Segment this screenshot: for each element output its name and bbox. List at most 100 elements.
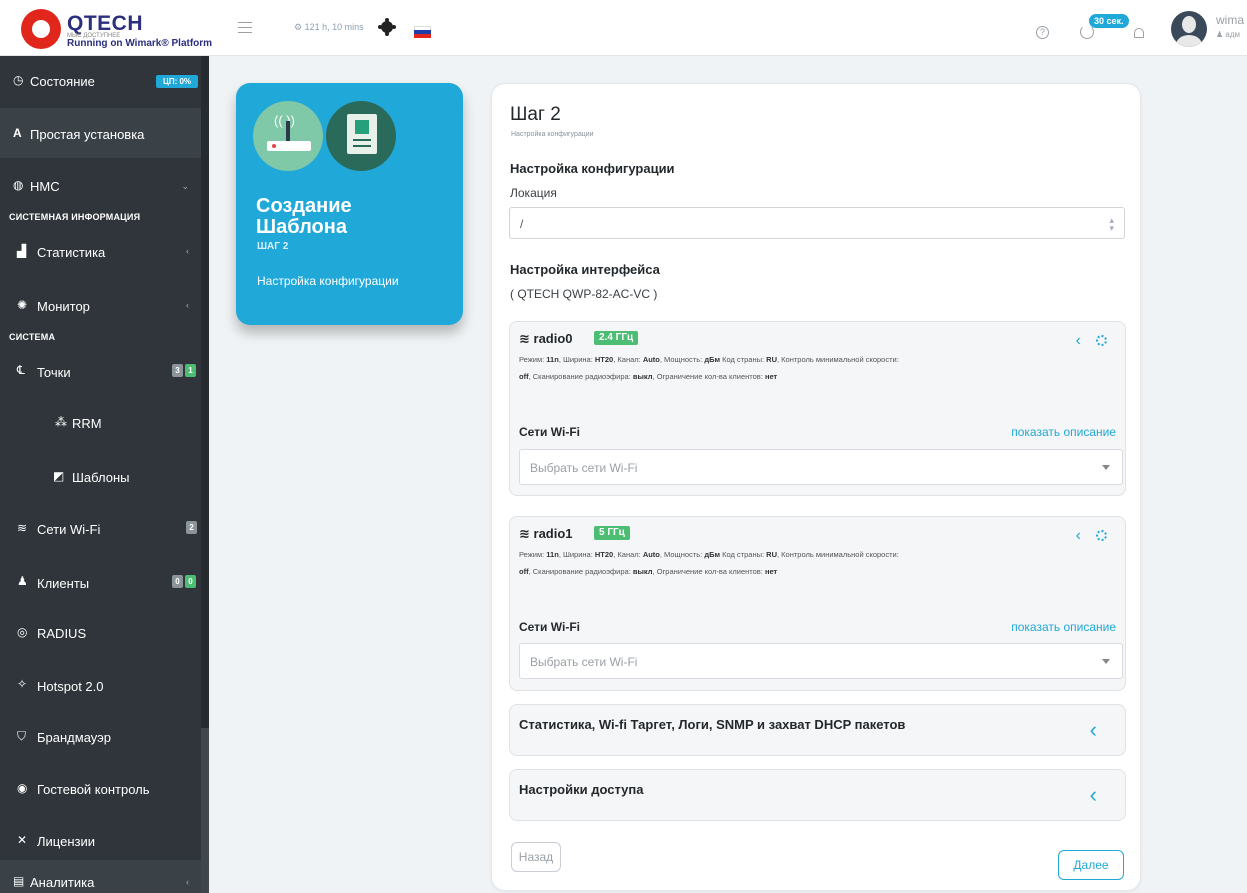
radius-icon: ◎	[17, 625, 28, 639]
refresh-interval-badge[interactable]: 30 сек.	[1089, 14, 1129, 28]
radio-details: Режим: 11n, Ширина: HT20, Канал: Auto, М…	[519, 550, 899, 576]
sidebar-item-label: Точки	[37, 365, 71, 380]
sidebar-item-label: RADIUS	[37, 626, 87, 641]
templates-icon: ◩	[53, 469, 65, 483]
chevron-left-icon[interactable]: ‹	[1090, 784, 1097, 806]
radio0-name[interactable]: ≋ radio0	[519, 331, 573, 347]
back-button[interactable]: Назад	[511, 842, 561, 872]
hotspot-icon: ✧	[17, 677, 28, 691]
globe-icon: ◍	[13, 178, 24, 192]
sidebar-item-label: Шаблоны	[72, 470, 130, 485]
bell-icon[interactable]	[1134, 28, 1144, 38]
dashboard-icon: ◷	[13, 73, 24, 87]
chevron-down-icon: ⌄	[181, 181, 189, 191]
wizard-step-card: (( )) Создание Шаблона ШАГ 2 Настройка к…	[236, 83, 463, 325]
sidebar-item-guest-control[interactable]: ◉ Гостевой контроль	[0, 772, 201, 806]
wizard-step-subtitle: Настройка конфигурации	[257, 274, 399, 288]
sidebar-item-analytics[interactable]: ▤ Аналитика ‹	[0, 860, 201, 893]
sidebar-item-label: Hotspot 2.0	[37, 679, 104, 694]
sidebar-item-label: Простая установка	[30, 127, 145, 142]
sidebar-item-firewall[interactable]: ⛉ Брандмауэр	[0, 720, 201, 754]
config-form-card: Шаг 2 Настройка конфигурации Настройка к…	[491, 83, 1141, 891]
caret-down-icon	[1102, 465, 1110, 470]
sidebar-item-label: НМС	[30, 179, 60, 194]
sidebar-item-label: Гостевой контроль	[37, 782, 150, 797]
language-flag-icon[interactable]	[414, 26, 431, 38]
gear-icon[interactable]	[1096, 335, 1107, 346]
sidebar-item-label: Монитор	[37, 299, 90, 314]
help-icon[interactable]: ?	[1036, 26, 1049, 39]
page-subtitle: Настройка конфигурации	[511, 131, 594, 138]
show-description-link[interactable]: показать описание	[1011, 425, 1116, 439]
sidebar-item-label: Брандмауэр	[37, 730, 111, 745]
sort-arrows-icon: ▴ ▾	[1109, 215, 1114, 233]
top-bar: QTECH МЫС ДОСТУПНЕЕ Running on Wimark® P…	[0, 0, 1247, 56]
wifi-select-placeholder: Выбрать сети Wi-Fi	[530, 655, 638, 669]
sidebar-item-templates[interactable]: ◩ Шаблоны	[0, 460, 201, 494]
sidebar-item-licenses[interactable]: ✕ Лицензии	[0, 824, 201, 858]
collapse-chevron-icon[interactable]: ‹	[1076, 527, 1081, 545]
gear-icon[interactable]	[1096, 530, 1107, 541]
accordion-title: Статистика, Wi-fi Таргет, Логи, SNMP и з…	[519, 717, 906, 732]
wizard-title: Создание Шаблона	[256, 195, 352, 238]
sidebar-item-hotspot[interactable]: ✧ Hotspot 2.0	[0, 668, 201, 702]
sidebar-item-points[interactable]: ℄ Точки 3 1	[0, 354, 201, 388]
wifi-icon: ≋	[519, 526, 534, 541]
uptime-value: 121 h, 10 mins	[304, 22, 364, 32]
sidebar-item-simple-setup[interactable]: A Простая установка	[0, 108, 201, 158]
tools-icon: ✕	[17, 833, 28, 847]
wifi-networks-label: Сети Wi-Fi	[519, 425, 580, 439]
page-title: Шаг 2	[510, 104, 561, 125]
logo[interactable]: QTECH МЫС ДОСТУПНЕЕ Running on Wimark® P…	[21, 9, 212, 49]
wifi-networks-select[interactable]: Выбрать сети Wi-Fi	[519, 449, 1123, 485]
sidebar-item-status[interactable]: ◷ Состояние ЦП: 0%	[0, 56, 201, 108]
clients-badge-total: 0	[172, 575, 183, 588]
wifi-networks-select[interactable]: Выбрать сети Wi-Fi	[519, 643, 1123, 679]
user-name[interactable]: wima	[1216, 13, 1244, 27]
chevron-left-icon: ‹	[186, 246, 189, 256]
fingerprint-icon: ◉	[17, 781, 28, 795]
section-header-system: СИСТЕМА	[9, 332, 56, 342]
radio-name-text: radio1	[533, 526, 573, 541]
monitor-icon: ✺	[17, 298, 28, 312]
chevron-left-icon[interactable]: ‹	[1090, 719, 1097, 741]
show-description-link[interactable]: показать описание	[1011, 620, 1116, 634]
sidebar-item-clients[interactable]: ♟ Клиенты 0 0	[0, 564, 201, 598]
theme-toggle-icon[interactable]	[381, 21, 393, 33]
sidebar-item-rrm[interactable]: ⁂ RRM	[0, 406, 201, 440]
sidebar-item-monitor[interactable]: ✺ Монитор ‹	[0, 288, 201, 322]
location-value: /	[520, 217, 524, 231]
menu-toggle-icon[interactable]	[238, 22, 252, 34]
radio1-card: ≋ radio1 5 ГГц Режим: 11n, Ширина: HT20,…	[509, 516, 1126, 691]
accordion-access-settings[interactable]: Настройки доступа ‹	[509, 769, 1126, 821]
user-role: ♟ адм	[1216, 30, 1241, 39]
config-heading: Настройка конфигурации	[510, 161, 675, 176]
sidebar-item-wifi[interactable]: ≋ Сети Wi-Fi 2	[0, 512, 201, 546]
location-select[interactable]: / ▴ ▾	[509, 207, 1125, 239]
accordion-stats-logs-snmp[interactable]: Статистика, Wi-fi Таргет, Логи, SNMP и з…	[509, 704, 1126, 756]
chevron-left-icon: ‹	[186, 300, 189, 310]
location-label: Локация	[510, 186, 557, 200]
wifi-networks-label: Сети Wi-Fi	[519, 620, 580, 634]
rrm-icon: ⁂	[55, 415, 67, 429]
access-point-icon: ℄	[17, 363, 25, 377]
next-button[interactable]: Далее	[1058, 850, 1124, 880]
band-badge: 5 ГГц	[594, 526, 630, 540]
model-label: ( QTECH QWP-82-AC-VC )	[510, 287, 658, 301]
user-icon: ♟	[17, 574, 28, 588]
sidebar-item-label: Клиенты	[37, 576, 90, 591]
sidebar-item-stats[interactable]: ▟ Статистика ‹	[0, 234, 201, 268]
points-badge-total: 3	[172, 364, 183, 377]
upload-document-icon	[326, 101, 396, 171]
radio1-name[interactable]: ≋ radio1	[519, 526, 573, 542]
sidebar-item-nms[interactable]: ◍ НМС ⌄	[0, 171, 201, 199]
wifi-badge: 2	[186, 521, 197, 534]
avatar[interactable]	[1171, 11, 1207, 47]
logo-icon	[21, 9, 61, 49]
sidebar-item-radius[interactable]: ◎ RADIUS	[0, 616, 201, 650]
cpu-badge: ЦП: 0%	[156, 75, 198, 88]
collapse-chevron-icon[interactable]: ‹	[1076, 332, 1081, 350]
accordion-title: Настройки доступа	[519, 782, 644, 797]
sidebar-item-label: Лицензии	[37, 834, 95, 849]
sidebar-scrollbar-thumb[interactable]	[201, 728, 209, 893]
